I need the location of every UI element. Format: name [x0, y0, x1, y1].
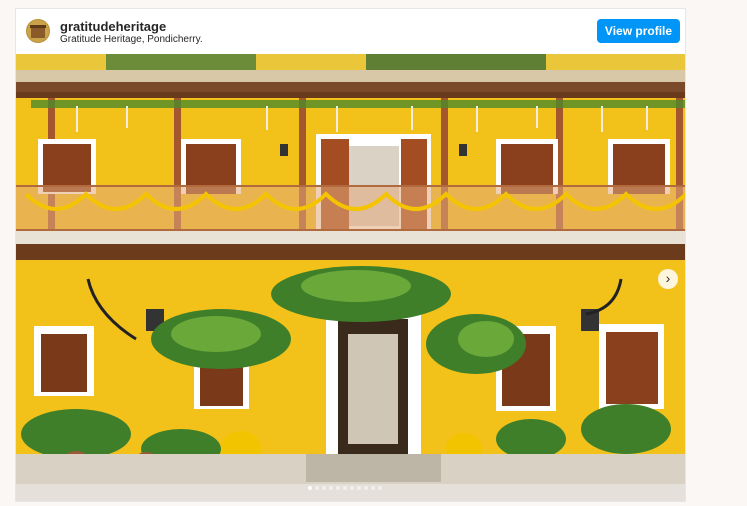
carousel-dot	[329, 486, 333, 490]
post-photo[interactable]: ›	[16, 54, 685, 501]
heritage-house-illustration	[16, 54, 685, 501]
carousel-dot	[343, 486, 347, 490]
carousel-dot	[371, 486, 375, 490]
carousel-dot	[378, 486, 382, 490]
profile-avatar[interactable]	[26, 19, 50, 43]
carousel-next-button[interactable]: ›	[658, 269, 678, 289]
carousel-dot	[357, 486, 361, 490]
carousel-dot	[336, 486, 340, 490]
carousel-dot	[364, 486, 368, 490]
view-profile-button[interactable]: View profile	[597, 19, 680, 43]
carousel-dot	[315, 486, 319, 490]
chevron-right-icon: ›	[665, 270, 671, 286]
location-link[interactable]: Gratitude Heritage, Pondicherry.	[60, 34, 203, 45]
post-header: gratitudeheritage Gratitude Heritage, Po…	[16, 9, 685, 54]
carousel-dot	[322, 486, 326, 490]
username-link[interactable]: gratitudeheritage	[60, 19, 166, 34]
carousel-indicator	[308, 486, 382, 492]
carousel-dot	[350, 486, 354, 490]
carousel-dot	[308, 486, 312, 490]
avatar-building	[31, 28, 45, 38]
instagram-embed-card: gratitudeheritage Gratitude Heritage, Po…	[15, 8, 686, 502]
